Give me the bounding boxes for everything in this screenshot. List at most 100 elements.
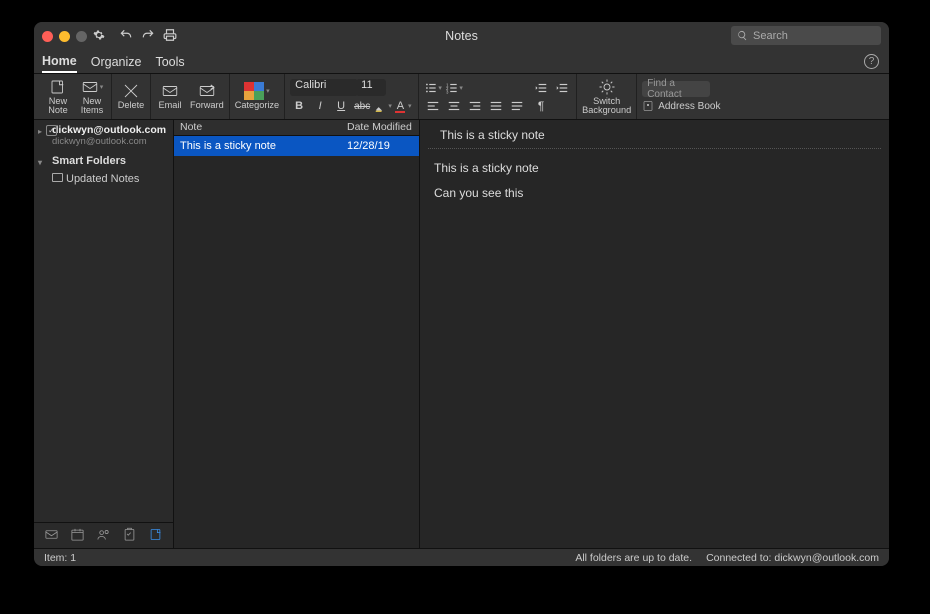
- note-body[interactable]: This is a sticky note Can you see this: [420, 149, 889, 548]
- notes-module-button[interactable]: [148, 527, 163, 545]
- paragraph-button[interactable]: ¶: [532, 98, 550, 114]
- new-items-label: New Items: [81, 97, 103, 115]
- checkbox-icon[interactable]: [46, 125, 57, 136]
- print-icon[interactable]: [163, 28, 177, 45]
- smart-folders-label: Smart Folders: [52, 155, 126, 167]
- module-switcher: [34, 522, 173, 548]
- row-date: 12/28/19: [341, 140, 419, 152]
- find-contact-placeholder: Find a Contact: [647, 78, 705, 100]
- new-items-icon: ▾: [81, 78, 104, 96]
- ribbon: New Note ▾ New Items Delete Email Forwar…: [34, 74, 889, 120]
- address-book-label: Address Book: [658, 101, 720, 112]
- folder-icon: [52, 173, 63, 182]
- email-label: Email: [159, 101, 182, 110]
- font-name-select[interactable]: Calibri: [290, 79, 358, 96]
- redo-icon[interactable]: [141, 28, 155, 45]
- delete-button[interactable]: Delete: [117, 82, 145, 110]
- updated-notes-label: Updated Notes: [66, 173, 139, 185]
- font-size-select[interactable]: 11: [356, 79, 386, 96]
- decrease-indent-button[interactable]: [532, 80, 550, 96]
- sidebar: ▸ dickwyn@outlook.com dickwyn@outlook.co…: [34, 120, 174, 548]
- account-item[interactable]: ▸ dickwyn@outlook.com dickwyn@outlook.co…: [34, 120, 173, 149]
- categorize-icon: ▾: [244, 82, 270, 100]
- row-title: This is a sticky note: [174, 140, 341, 152]
- bullets-button[interactable]: ▾: [424, 80, 442, 96]
- titlebar: Notes Search: [34, 22, 889, 50]
- forward-button[interactable]: Forward: [190, 82, 224, 110]
- delete-label: Delete: [118, 101, 145, 110]
- note-icon: [49, 78, 67, 96]
- forward-label: Forward: [190, 101, 224, 110]
- new-items-button[interactable]: ▾ New Items: [78, 78, 106, 115]
- mail-module-button[interactable]: [44, 527, 59, 545]
- chevron-down-icon: ▾: [38, 158, 42, 167]
- strikethrough-button[interactable]: abc: [353, 98, 371, 114]
- forward-icon: [198, 82, 216, 100]
- note-line: Can you see this: [434, 184, 875, 203]
- maximize-window-button[interactable]: [76, 31, 87, 42]
- numbering-button[interactable]: 123▾: [445, 80, 463, 96]
- categorize-button[interactable]: ▾ Categorize: [235, 82, 279, 110]
- status-bar: Item: 1 All folders are up to date. Conn…: [34, 548, 889, 566]
- tab-tools[interactable]: Tools: [155, 52, 184, 72]
- search-placeholder: Search: [753, 30, 788, 42]
- quick-access-toolbar: [119, 28, 177, 45]
- new-note-button[interactable]: New Note: [44, 78, 72, 115]
- column-note[interactable]: Note: [174, 120, 341, 135]
- new-note-label: New Note: [48, 97, 67, 115]
- sidebar-item-updated-notes[interactable]: Updated Notes: [34, 170, 173, 188]
- search-icon: [737, 30, 748, 41]
- email-icon: [161, 82, 179, 100]
- font-color-button[interactable]: A▾: [395, 98, 413, 114]
- switch-background-label: Switch Background: [582, 97, 631, 115]
- close-window-button[interactable]: [42, 31, 53, 42]
- address-book-button[interactable]: Address Book: [642, 100, 720, 112]
- find-contact-input[interactable]: Find a Contact: [642, 81, 710, 97]
- note-subject: This is a sticky note: [428, 120, 881, 149]
- calendar-module-button[interactable]: [70, 527, 85, 545]
- highlight-button[interactable]: ▾: [374, 98, 392, 114]
- help-icon[interactable]: ?: [864, 54, 879, 69]
- list-row[interactable]: This is a sticky note 12/28/19: [174, 136, 419, 156]
- window-controls: [42, 31, 87, 42]
- minimize-window-button[interactable]: [59, 31, 70, 42]
- app-window: Notes Search Home Organize Tools ? New N…: [34, 22, 889, 566]
- svg-text:3: 3: [447, 89, 450, 94]
- status-connection: Connected to: dickwyn@outlook.com: [706, 552, 879, 564]
- address-book-icon: [642, 100, 654, 112]
- align-center-button[interactable]: [445, 98, 463, 114]
- italic-button[interactable]: I: [311, 98, 329, 114]
- account-sub: dickwyn@outlook.com: [52, 136, 167, 147]
- bold-button[interactable]: B: [290, 98, 308, 114]
- settings-gear-icon[interactable]: [93, 29, 105, 44]
- tab-organize[interactable]: Organize: [91, 52, 142, 72]
- email-button[interactable]: Email: [156, 82, 184, 110]
- switch-background-button[interactable]: Switch Background: [582, 78, 631, 115]
- status-item-count: Item: 1: [44, 552, 184, 564]
- tab-home[interactable]: Home: [42, 51, 77, 73]
- align-right-button[interactable]: [466, 98, 484, 114]
- align-left-button[interactable]: [424, 98, 442, 114]
- brightness-icon: [598, 78, 616, 96]
- chevron-right-icon: ▸: [38, 127, 42, 136]
- column-date[interactable]: Date Modified: [341, 120, 419, 135]
- undo-icon[interactable]: [119, 28, 133, 45]
- people-module-button[interactable]: [96, 527, 111, 545]
- increase-indent-button[interactable]: [553, 80, 571, 96]
- smart-folders-header[interactable]: ▾ Smart Folders: [34, 149, 173, 170]
- note-line: This is a sticky note: [434, 159, 875, 178]
- underline-button[interactable]: U: [332, 98, 350, 114]
- main-area: ▸ dickwyn@outlook.com dickwyn@outlook.co…: [34, 120, 889, 548]
- search-input[interactable]: Search: [731, 26, 881, 45]
- note-list: Note Date Modified This is a sticky note…: [174, 120, 420, 548]
- delete-icon: [122, 82, 140, 100]
- menu-tabs: Home Organize Tools ?: [34, 50, 889, 74]
- account-email: dickwyn@outlook.com: [52, 124, 167, 136]
- tasks-module-button[interactable]: [122, 527, 137, 545]
- list-header: Note Date Modified: [174, 120, 419, 136]
- categorize-label: Categorize: [235, 101, 279, 110]
- align-justify-button[interactable]: [487, 98, 505, 114]
- align-distribute-button[interactable]: [508, 98, 526, 114]
- window-title: Notes: [445, 29, 478, 43]
- status-sync: All folders are up to date.: [575, 552, 692, 564]
